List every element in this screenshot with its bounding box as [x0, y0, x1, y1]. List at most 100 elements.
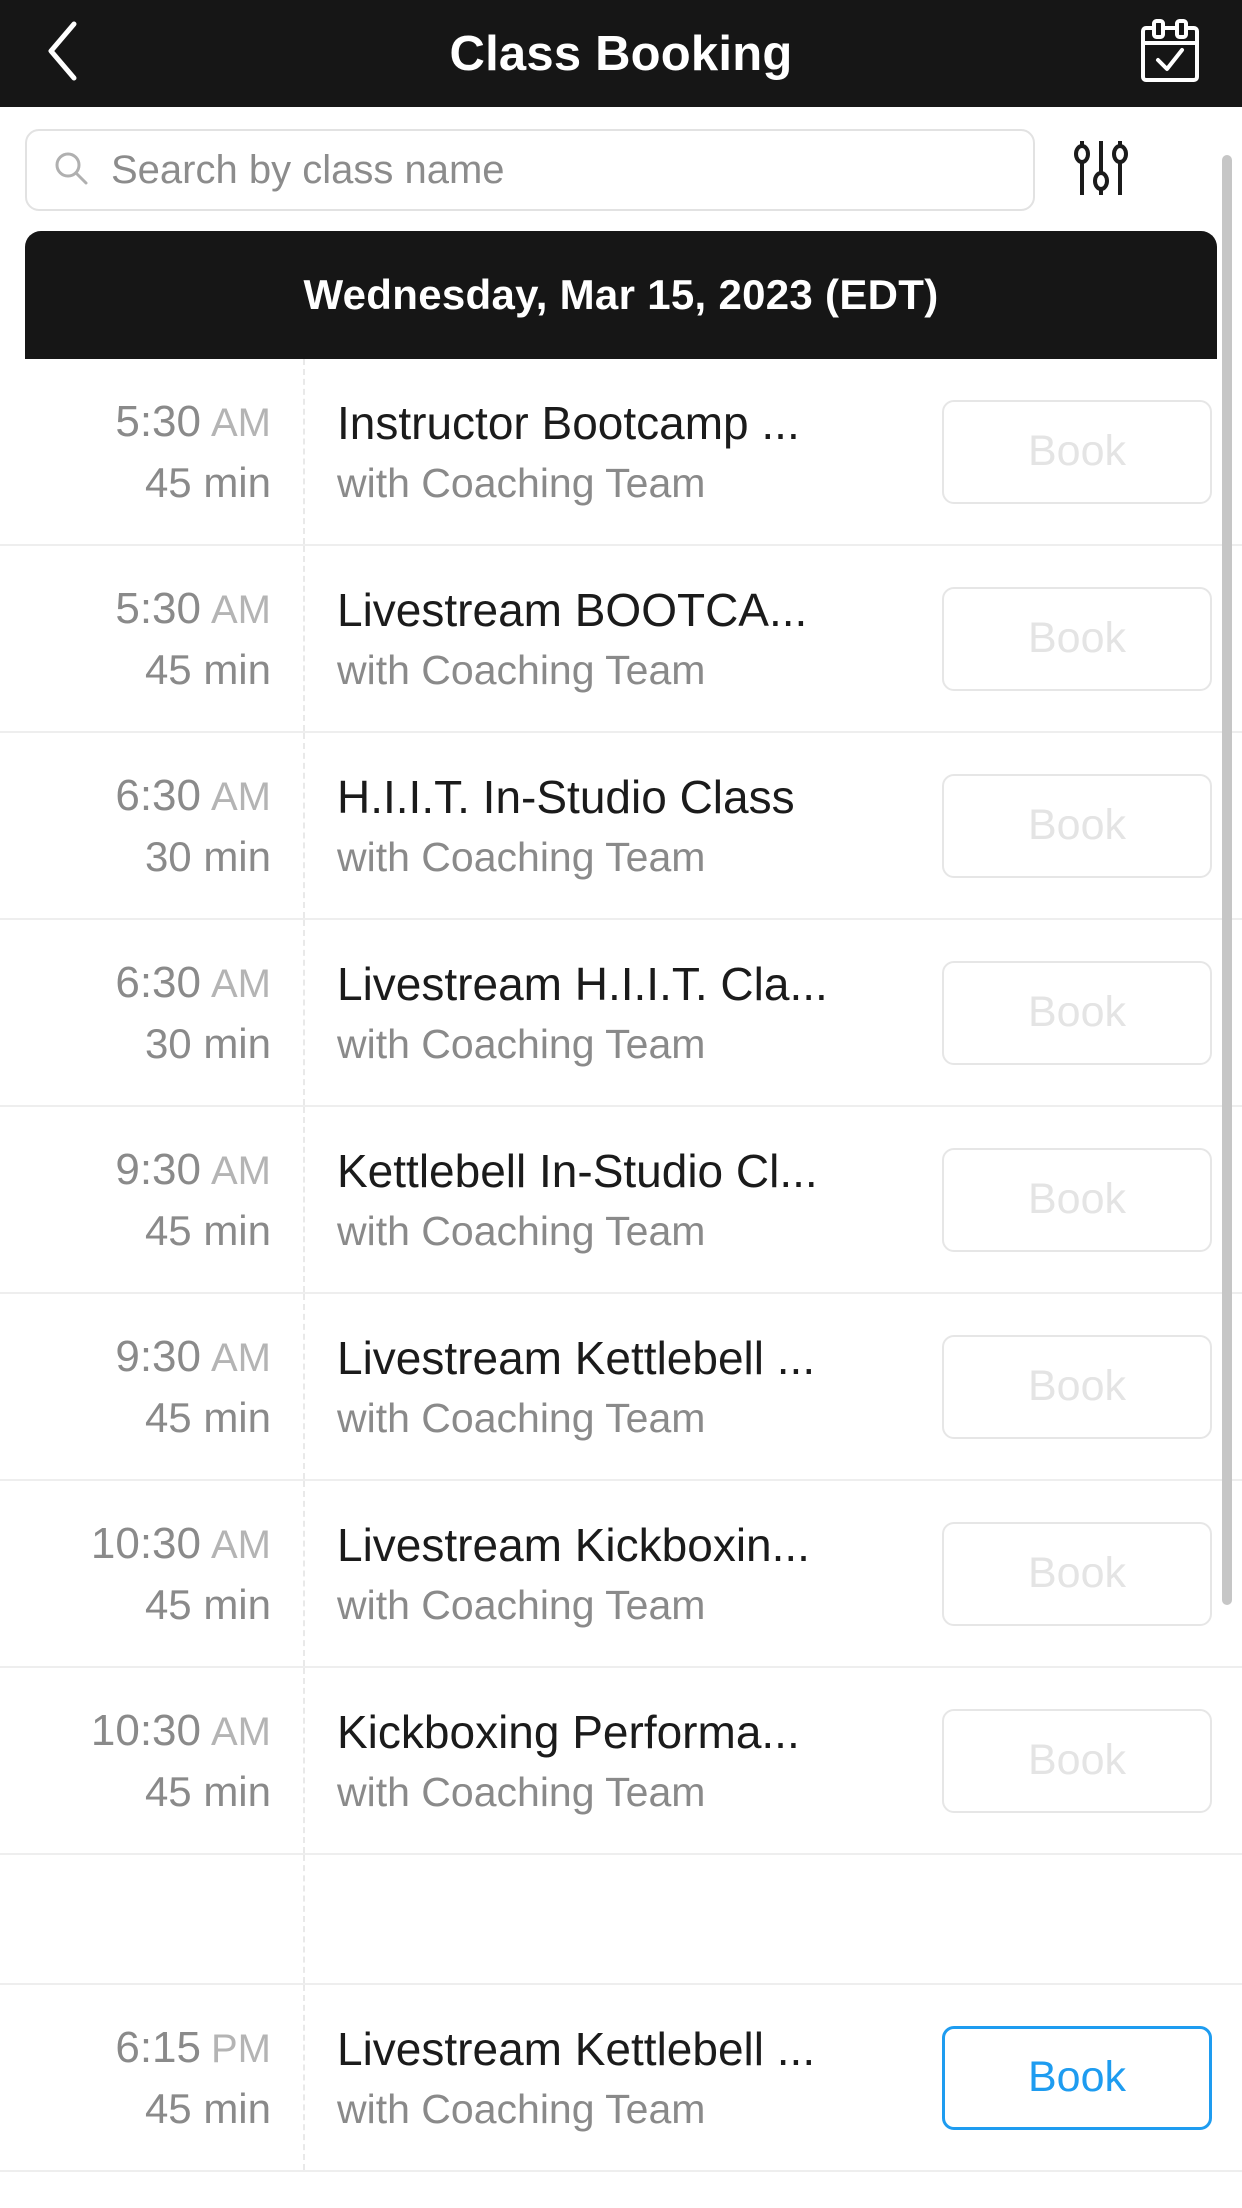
- table-row[interactable]: 9:30 AM 45 min Livestream Kettlebell ... wit…: [0, 1294, 1242, 1481]
- class-time-ampm: AM: [211, 1148, 271, 1193]
- class-time-ampm: AM: [211, 400, 271, 445]
- table-row[interactable]: 9:30 AM 45 min Kettlebell In-Studio Cl... wi…: [0, 1107, 1242, 1294]
- chevron-left-icon: [45, 20, 79, 87]
- book-button: Book: [942, 586, 1212, 691]
- class-time-ampm: AM: [211, 1522, 271, 1567]
- book-button: Book: [942, 773, 1212, 878]
- class-time-col: 5:30 AM 45 min: [0, 546, 305, 731]
- class-duration: 30 min: [144, 832, 271, 880]
- class-name: Livestream Kettlebell ...: [337, 1332, 816, 1384]
- class-info-col: Instructor Bootcamp ... with Coaching Tea…: [305, 396, 942, 507]
- class-time-line: 6:30 AM: [0, 771, 271, 821]
- table-row[interactable]: 10:30 AM 45 min Kickboxing Performa... with …: [0, 1668, 1242, 1855]
- table-row[interactable]: 10:30 AM 45 min Livestream Kickboxin... with…: [0, 1481, 1242, 1668]
- book-button: Book: [942, 1334, 1212, 1439]
- book-button: Book: [942, 1708, 1212, 1813]
- class-duration: 45 min: [144, 1206, 271, 1254]
- book-button: Book: [942, 1147, 1212, 1252]
- search-bar-row: [0, 107, 1242, 231]
- class-book-col: Book: [942, 1334, 1242, 1439]
- class-time-col: 9:30 AM 45 min: [0, 1107, 305, 1292]
- app-header: Class Booking: [0, 0, 1242, 107]
- class-name: Livestream Kettlebell ...: [337, 2023, 816, 2075]
- search-box[interactable]: [25, 129, 1035, 211]
- class-duration: 45 min: [144, 1393, 271, 1441]
- class-time-line: 10:30 AM: [0, 1519, 271, 1569]
- class-info-col: H.I.I.T. In-Studio Class with Coaching Te…: [305, 770, 942, 881]
- class-time-col: 5:30 AM 45 min: [0, 359, 305, 544]
- class-time-col: 9:30 AM 45 min: [0, 1294, 305, 1479]
- class-book-col: Book: [942, 1521, 1242, 1626]
- class-name: H.I.I.T. In-Studio Class: [337, 771, 795, 823]
- class-time: 9:30: [115, 1144, 201, 1194]
- class-list: 5:30 AM 45 min Instructor Bootcamp ... with …: [0, 359, 1242, 2172]
- date-header-label: Wednesday, Mar 15, 2023 (EDT): [303, 271, 939, 318]
- class-instructor: with Coaching Team: [337, 1395, 706, 1441]
- page-title: Class Booking: [449, 26, 793, 81]
- class-time-col: 10:30 AM 45 min: [0, 1668, 305, 1853]
- class-info-col: Livestream Kettlebell ... with Coaching T…: [305, 2022, 942, 2133]
- class-time: 5:30: [115, 396, 201, 446]
- back-button[interactable]: [16, 0, 108, 107]
- table-row[interactable]: 6:30 AM 30 min H.I.I.T. In-Studio Class with…: [0, 733, 1242, 920]
- book-button: Book: [942, 960, 1212, 1065]
- class-time: 6:15: [115, 2022, 201, 2072]
- class-info-col: Livestream H.I.I.T. Cla... with Coaching …: [305, 957, 942, 1068]
- book-button: Book: [942, 1521, 1212, 1626]
- class-book-col: Book: [942, 399, 1242, 504]
- search-icon: [53, 150, 89, 191]
- class-duration: 30 min: [144, 1019, 271, 1067]
- class-instructor: with Coaching Team: [337, 1208, 706, 1254]
- class-info-col: Kettlebell In-Studio Cl... with Coaching …: [305, 1144, 942, 1255]
- class-instructor: with Coaching Team: [337, 460, 706, 506]
- class-time-line: 6:30 AM: [0, 958, 271, 1008]
- class-time: 10:30: [90, 1518, 201, 1568]
- table-row[interactable]: 6:30 AM 30 min Livestream H.I.I.T. Cla... wi…: [0, 920, 1242, 1107]
- class-time: 9:30: [115, 1331, 201, 1381]
- table-row[interactable]: 5:30 AM 45 min Livestream BOOTCA... with Coa…: [0, 546, 1242, 733]
- book-button: Book: [942, 399, 1212, 504]
- class-time: 6:30: [115, 770, 201, 820]
- class-instructor: with Coaching Team: [337, 834, 706, 880]
- class-name: Instructor Bootcamp ...: [337, 397, 800, 449]
- class-info-col: Livestream Kettlebell ... with Coaching T…: [305, 1331, 942, 1442]
- book-button[interactable]: Book: [942, 2025, 1212, 2130]
- class-time-ampm: AM: [211, 774, 271, 819]
- list-spacer-row: [0, 1855, 1242, 1985]
- class-time-line: 6:15 PM: [0, 2023, 271, 2073]
- class-time-line: 5:30 AM: [0, 397, 271, 447]
- class-time-line: 9:30 AM: [0, 1145, 271, 1195]
- table-row[interactable]: 5:30 AM 45 min Instructor Bootcamp ... with …: [0, 359, 1242, 546]
- class-time-col: 6:30 AM 30 min: [0, 920, 305, 1105]
- class-book-col: Book: [942, 1147, 1242, 1252]
- scrollbar-thumb[interactable]: [1222, 155, 1232, 1605]
- class-time-ampm: PM: [211, 2026, 271, 2071]
- class-name: Kickboxing Performa...: [337, 1706, 800, 1758]
- class-instructor: with Coaching Team: [337, 647, 706, 693]
- class-time-ampm: AM: [211, 1335, 271, 1380]
- sliders-filter-icon: [1072, 137, 1130, 204]
- date-header-banner[interactable]: Wednesday, Mar 15, 2023 (EDT): [25, 231, 1217, 359]
- class-name: Livestream BOOTCA...: [337, 584, 808, 636]
- class-info-col: Livestream BOOTCA... with Coaching Team: [305, 583, 942, 694]
- filter-button[interactable]: [1061, 129, 1141, 211]
- class-time-ampm: AM: [211, 1709, 271, 1754]
- class-name: Kettlebell In-Studio Cl...: [337, 1145, 818, 1197]
- spacer-time-col: [0, 1855, 305, 1983]
- class-time-col: 10:30 AM 45 min: [0, 1481, 305, 1666]
- class-book-col: Book: [942, 586, 1242, 691]
- class-name: Livestream H.I.I.T. Cla...: [337, 958, 828, 1010]
- class-time-col: 6:15 PM 45 min: [0, 1985, 305, 2170]
- class-book-col: Book: [942, 773, 1242, 878]
- class-time-ampm: AM: [211, 961, 271, 1006]
- search-input[interactable]: [111, 131, 1007, 209]
- class-book-col: Book: [942, 960, 1242, 1065]
- calendar-button[interactable]: [1124, 0, 1216, 107]
- class-booking-screen: Class Booking Search by class name Wedne…: [0, 0, 1242, 2208]
- class-time-line: 9:30 AM: [0, 1332, 271, 1382]
- class-instructor: with Coaching Team: [337, 2086, 706, 2132]
- class-info-col: Livestream Kickboxin... with Coaching Tea…: [305, 1518, 942, 1629]
- class-duration: 45 min: [144, 645, 271, 693]
- calendar-check-icon: [1139, 18, 1201, 89]
- table-row[interactable]: 6:15 PM 45 min Livestream Kettlebell ... wit…: [0, 1985, 1242, 2172]
